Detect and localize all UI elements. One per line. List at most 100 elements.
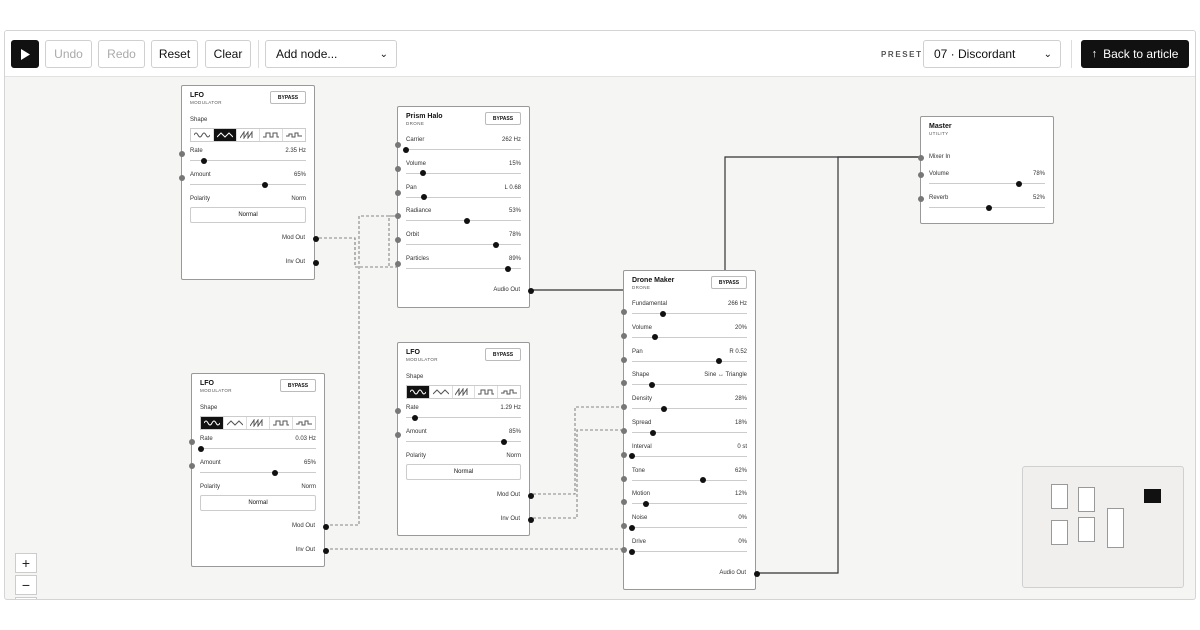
slider-thumb[interactable] <box>642 500 649 507</box>
slider-thumb[interactable] <box>500 438 507 445</box>
slider-thumb[interactable] <box>272 469 279 476</box>
lfo-node-1[interactable]: LFO MODULATOR BYPASS Shape Rate 2.35 Hz Am… <box>179 85 319 280</box>
input-port[interactable] <box>395 432 401 438</box>
bypass-button[interactable]: BYPASS <box>270 91 306 104</box>
slider-track[interactable] <box>406 438 521 445</box>
input-port[interactable] <box>918 155 924 161</box>
slider-track[interactable] <box>632 405 747 412</box>
slider-thumb[interactable] <box>492 241 499 248</box>
minimap[interactable] <box>1022 466 1184 588</box>
slider-thumb[interactable] <box>629 548 635 555</box>
slider-track[interactable] <box>632 358 747 365</box>
slider-thumb[interactable] <box>648 381 655 388</box>
slider-track[interactable] <box>403 146 521 153</box>
slider-track[interactable] <box>632 334 747 341</box>
slider-track[interactable] <box>406 265 521 272</box>
shape-option[interactable] <box>407 386 430 398</box>
undo-button[interactable]: Undo <box>45 40 92 68</box>
slider-thumb[interactable] <box>403 146 409 153</box>
shape-option[interactable] <box>475 386 499 398</box>
output-port[interactable] <box>313 236 319 242</box>
shape-option[interactable] <box>260 129 283 141</box>
node-header[interactable]: LFO MODULATOR BYPASS <box>398 343 529 373</box>
prism-halo-node[interactable]: Prism Halo DRONE BYPASS Carrier 262 Hz Vo… <box>395 106 534 308</box>
input-port[interactable] <box>395 165 401 172</box>
slider-thumb[interactable] <box>463 217 470 224</box>
input-port[interactable] <box>918 172 924 178</box>
slider-thumb[interactable] <box>652 334 658 341</box>
slider-track[interactable] <box>200 469 316 476</box>
slider-track[interactable] <box>632 500 747 507</box>
slider-track[interactable] <box>406 194 521 201</box>
slider-thumb[interactable] <box>420 170 427 177</box>
input-port[interactable] <box>395 408 401 414</box>
input-port[interactable] <box>621 309 627 315</box>
bypass-button[interactable]: BYPASS <box>485 112 521 125</box>
zoom-in-button[interactable]: + <box>15 553 37 573</box>
bypass-button[interactable]: BYPASS <box>711 276 747 289</box>
slider-track[interactable] <box>632 429 747 436</box>
play-button[interactable] <box>11 40 39 68</box>
output-port[interactable] <box>313 260 319 266</box>
slider-track[interactable] <box>190 157 306 164</box>
bypass-button[interactable]: BYPASS <box>485 348 521 361</box>
node-header[interactable]: Prism Halo DRONE BYPASS <box>398 107 529 137</box>
shape-option[interactable] <box>270 417 293 429</box>
preset-select[interactable]: 07 · Discordant ⌄ <box>923 40 1061 68</box>
output-port[interactable] <box>528 517 534 523</box>
slider-track[interactable] <box>190 181 306 188</box>
slider-thumb[interactable] <box>986 204 993 211</box>
clear-button[interactable]: Clear <box>205 40 251 68</box>
slider-thumb[interactable] <box>629 453 635 460</box>
input-port[interactable] <box>918 196 924 202</box>
slider-track[interactable] <box>629 524 747 531</box>
input-port[interactable] <box>621 332 627 339</box>
bypass-button[interactable]: BYPASS <box>280 379 316 392</box>
drone-maker-node[interactable]: Drone Maker DRONE BYPASS Fundamental 266 … <box>621 270 760 590</box>
input-port[interactable] <box>621 547 627 553</box>
input-port[interactable] <box>179 151 185 157</box>
input-port[interactable] <box>189 463 195 469</box>
back-to-article-button[interactable]: ↑ Back to article <box>1081 40 1189 68</box>
slider-track[interactable] <box>929 204 1045 211</box>
slider-track[interactable] <box>406 241 521 248</box>
input-port[interactable] <box>395 189 401 196</box>
shape-option[interactable] <box>283 129 305 141</box>
slider-thumb[interactable] <box>716 358 723 365</box>
shape-option[interactable] <box>191 129 214 141</box>
slider-thumb[interactable] <box>412 414 419 421</box>
reset-button[interactable]: Reset <box>151 40 198 68</box>
polarity-select[interactable]: Normal <box>200 495 316 511</box>
shape-option[interactable] <box>293 417 315 429</box>
slider-thumb[interactable] <box>421 194 428 201</box>
shape-option[interactable] <box>247 417 270 429</box>
input-port[interactable] <box>621 523 627 530</box>
output-port[interactable] <box>323 548 329 554</box>
input-port[interactable] <box>621 428 627 434</box>
redo-button[interactable]: Redo <box>98 40 145 68</box>
slider-track[interactable] <box>632 477 747 484</box>
slider-thumb[interactable] <box>200 157 207 164</box>
output-port[interactable] <box>754 571 760 577</box>
input-port[interactable] <box>395 261 401 267</box>
slider-track[interactable] <box>629 453 747 460</box>
input-port[interactable] <box>621 404 627 411</box>
slider-thumb[interactable] <box>198 445 205 452</box>
slider-track[interactable] <box>406 414 521 421</box>
shape-option[interactable] <box>498 386 520 398</box>
shape-option[interactable] <box>237 129 260 141</box>
slider-thumb[interactable] <box>1016 180 1023 187</box>
polarity-select[interactable]: Normal <box>406 464 521 480</box>
node-header[interactable]: LFO MODULATOR BYPASS <box>182 86 314 116</box>
shape-option[interactable] <box>201 417 224 429</box>
shape-selector[interactable] <box>190 128 306 142</box>
output-port[interactable] <box>323 524 329 530</box>
lfo-node-3[interactable]: LFO MODULATOR BYPASS Shape Rate 1.29 Hz Am… <box>395 342 534 536</box>
slider-thumb[interactable] <box>629 524 635 531</box>
node-header[interactable]: Master UTILITY <box>921 117 1053 147</box>
shape-selector[interactable] <box>406 385 521 399</box>
input-port[interactable] <box>621 499 627 506</box>
input-port[interactable] <box>395 142 401 148</box>
slider-thumb[interactable] <box>660 310 667 317</box>
slider-track[interactable] <box>632 310 747 317</box>
